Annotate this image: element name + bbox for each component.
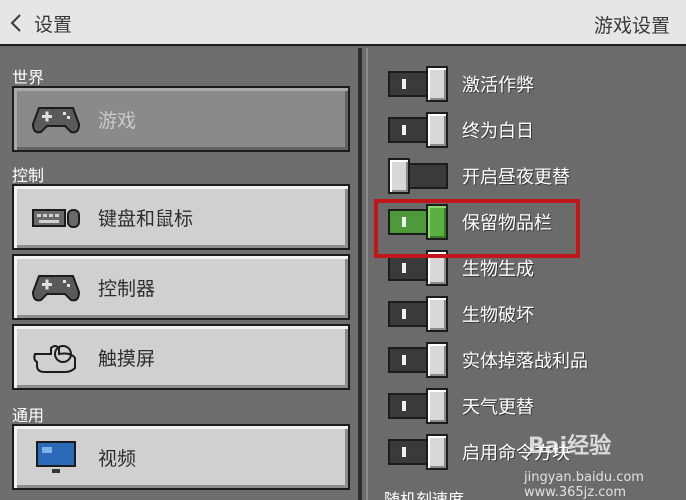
toggle-switch[interactable] bbox=[388, 66, 448, 102]
setting-row-mob-griefing: 生物破坏 bbox=[388, 294, 678, 334]
gamepad-icon bbox=[28, 99, 84, 139]
section-label-world: 世界 bbox=[12, 68, 45, 87]
random-tick-speed-label: 随机刻速度 bbox=[384, 490, 465, 500]
sidebar-item-label: 键盘和鼠标 bbox=[98, 207, 194, 230]
sidebar-item-game[interactable]: 游戏 bbox=[12, 86, 350, 152]
sidebar-item-label: 控制器 bbox=[98, 277, 156, 300]
back-button[interactable]: 设置 bbox=[10, 8, 72, 38]
toggle-switch[interactable] bbox=[388, 434, 448, 470]
setting-row-keep-inventory: 保留物品栏 bbox=[388, 202, 678, 242]
settings-panel: 激活作弊 终为白日 开启昼夜更替 保留物品栏 生物生成 生物破坏 实体掉落战利品… bbox=[366, 48, 686, 500]
sidebar: 世界 游戏 控制 键盘和鼠标 控制器 触摸屏 通用 视频 bbox=[0, 48, 362, 500]
toggle-switch[interactable] bbox=[388, 112, 448, 148]
sidebar-item-label: 触摸屏 bbox=[98, 347, 156, 370]
sidebar-item-keyboard-mouse[interactable]: 键盘和鼠标 bbox=[12, 184, 350, 250]
setting-label: 生物生成 bbox=[462, 259, 534, 280]
setting-row-entity-drops: 实体掉落战利品 bbox=[388, 340, 678, 380]
setting-label: 开启昼夜更替 bbox=[462, 167, 570, 188]
toggle-switch[interactable] bbox=[388, 388, 448, 424]
setting-label: 启用命令方块 bbox=[462, 443, 570, 464]
top-bar: 设置 游戏设置 bbox=[0, 0, 686, 46]
setting-label: 激活作弊 bbox=[462, 75, 534, 96]
sidebar-item-label: 视频 bbox=[98, 447, 137, 470]
sidebar-item-label: 游戏 bbox=[98, 109, 137, 132]
setting-row-daylight-cycle: 开启昼夜更替 bbox=[388, 156, 678, 196]
touch-hand-icon bbox=[28, 337, 84, 377]
setting-label: 保留物品栏 bbox=[462, 213, 552, 234]
setting-row-always-day: 终为白日 bbox=[388, 110, 678, 150]
setting-row-mob-spawning: 生物生成 bbox=[388, 248, 678, 288]
toggle-switch[interactable] bbox=[388, 204, 448, 240]
keyboard-mouse-icon bbox=[28, 197, 84, 237]
setting-label: 生物破坏 bbox=[462, 305, 534, 326]
monitor-icon bbox=[28, 437, 84, 477]
sidebar-item-video[interactable]: 视频 bbox=[12, 424, 350, 490]
setting-label: 天气更替 bbox=[462, 397, 534, 418]
section-title: 游戏设置 bbox=[593, 15, 670, 37]
chevron-left-icon bbox=[10, 13, 22, 33]
toggle-switch[interactable] bbox=[388, 158, 448, 194]
toggle-switch[interactable] bbox=[388, 342, 448, 378]
sidebar-item-controller[interactable]: 控制器 bbox=[12, 254, 350, 320]
setting-label: 实体掉落战利品 bbox=[462, 351, 588, 372]
setting-label: 终为白日 bbox=[462, 121, 534, 142]
setting-row-command-blocks: 启用命令方块 bbox=[388, 432, 678, 472]
section-label-controls: 控制 bbox=[12, 166, 45, 185]
section-label-general: 通用 bbox=[12, 406, 45, 425]
toggle-switch[interactable] bbox=[388, 296, 448, 332]
page-title: 设置 bbox=[34, 13, 73, 36]
setting-row-activate-cheats: 激活作弊 bbox=[388, 64, 678, 104]
sidebar-item-touchscreen[interactable]: 触摸屏 bbox=[12, 324, 350, 390]
toggle-switch[interactable] bbox=[388, 250, 448, 286]
gamepad-icon bbox=[28, 267, 84, 307]
setting-row-weather-cycle: 天气更替 bbox=[388, 386, 678, 426]
